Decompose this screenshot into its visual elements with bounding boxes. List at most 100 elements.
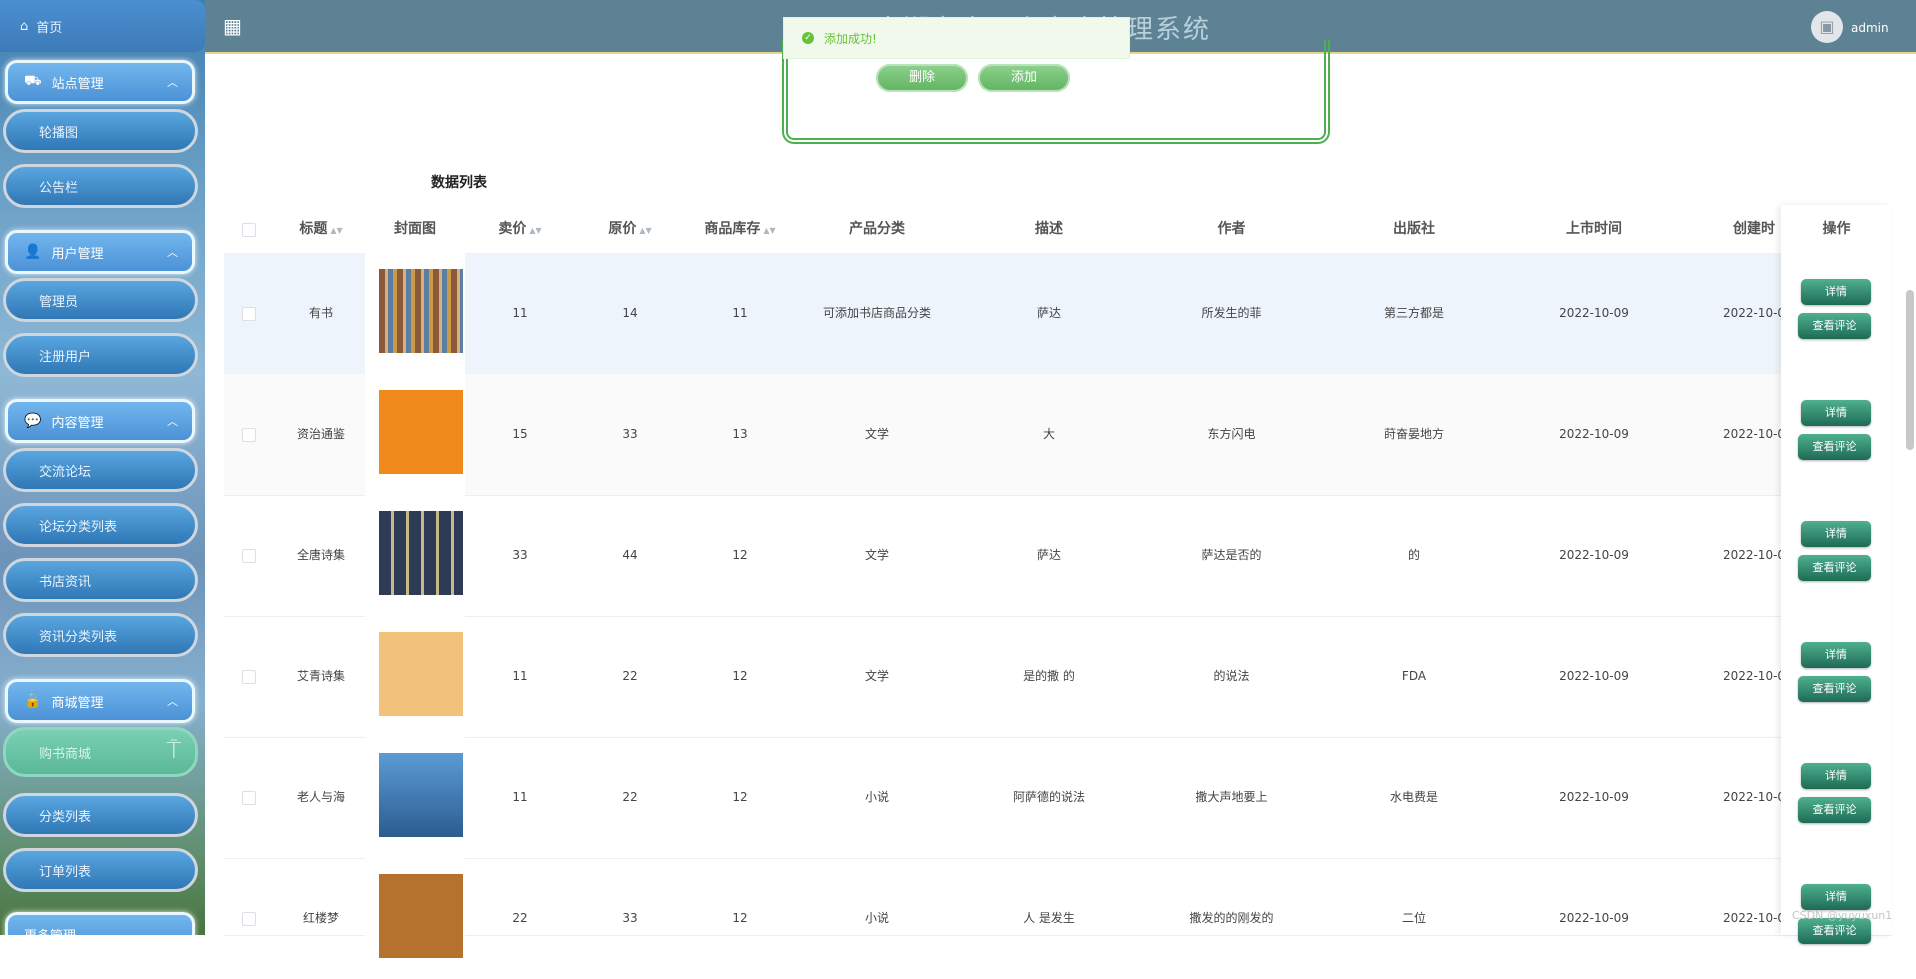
row-checkbox[interactable] (242, 670, 256, 684)
cell-author: 撒大声地要上 (1195, 790, 1268, 804)
cell-orig: 33 (622, 427, 638, 441)
sort-icon[interactable]: ▲▼ (529, 226, 541, 235)
detail-button[interactable]: 详情 (1801, 400, 1871, 426)
detail-button[interactable]: 详情 (1801, 884, 1871, 910)
chevron-up-icon: ︿ (167, 695, 178, 708)
detail-button[interactable]: 详情 (1801, 279, 1871, 305)
view-reviews-button[interactable]: 查看评论 (1798, 797, 1871, 823)
row-checkbox[interactable] (242, 549, 256, 563)
detail-button[interactable]: 详情 (1801, 521, 1871, 547)
col-label: 商品库存 (704, 221, 761, 237)
menu-item-label: 管理员 (39, 294, 79, 310)
menu-item-label: 资讯分类列表 (39, 629, 118, 645)
cell-price: 11 (512, 669, 528, 683)
col-stock[interactable]: 商品库存 ▲▼ (685, 205, 795, 253)
view-reviews-button[interactable]: 查看评论 (1798, 676, 1871, 702)
add-button[interactable]: 添加 (978, 64, 1070, 92)
view-reviews-button[interactable]: 查看评论 (1798, 555, 1871, 581)
menu-item-news[interactable]: 书店资讯 (3, 558, 198, 602)
table-row[interactable]: 有书 11 14 11 可添加书店商品分类 萨达 所发生的菲 第三方都是 2022-10-09 2… (224, 253, 1892, 375)
menu-item-order-list[interactable]: 订单列表 (3, 848, 198, 892)
grid-menu-icon[interactable]: ▦ (223, 16, 243, 36)
menu-item-label: 书店资讯 (39, 574, 92, 590)
menu-group-more[interactable]: 更多管理 (5, 912, 195, 935)
cell-orig: 33 (622, 911, 638, 925)
book-cover-image (379, 874, 463, 958)
cell-author: 撒发的的刚发的 (1189, 911, 1274, 925)
col-label: 创建时 (1733, 221, 1775, 237)
menu-group-user[interactable]: 👤 用户管理 ︿ (5, 230, 195, 274)
menu-group-site[interactable]: ⛟ 站点管理 ︿ (5, 60, 195, 104)
cell-author: 的说法 (1213, 669, 1250, 683)
col-price[interactable]: 卖价 ▲▼ (465, 205, 575, 253)
table-row[interactable]: 老人与海 11 22 12 小说 阿萨德的说法 撒大声地要上 水电费是 2022-10-09 20… (224, 737, 1892, 859)
menu-item-forum-category[interactable]: 论坛分类列表 (3, 503, 198, 547)
sort-icon[interactable]: ▲▼ (330, 226, 342, 235)
col-label: 作者 (1217, 221, 1246, 237)
cell-publisher: 第三方都是 (1383, 306, 1444, 320)
col-label: 卖价 (498, 221, 527, 237)
data-list-title: 数据列表 (431, 175, 487, 191)
menu-item-label: 交流论坛 (39, 464, 92, 480)
view-reviews-button[interactable]: 查看评论 (1798, 434, 1871, 460)
menu-group-shop[interactable]: 🔒 商城管理 ︿ (5, 679, 195, 723)
row-checkbox[interactable] (242, 428, 256, 442)
table-header: 标题 ▲▼ 封面图 卖价 ▲▼ 原价 ▲▼ 商品库存 ▲▼ 产品分类 描述 作者 出版社… (224, 205, 1892, 254)
cell-price: 15 (512, 427, 528, 441)
menu-item-carousel[interactable]: 轮播图 (3, 109, 198, 153)
cell-title: 资治通鉴 (296, 427, 345, 441)
menu-item-admin[interactable]: 管理员 (3, 278, 198, 322)
cart-icon: ⛟ (24, 73, 42, 89)
cell-title: 红楼梦 (302, 911, 339, 925)
row-checkbox[interactable] (242, 912, 256, 926)
cell-desc: 人 是发生 (1023, 911, 1075, 925)
cell-category: 可添加书店商品分类 (822, 306, 931, 320)
table-row[interactable]: 全唐诗集 33 44 12 文学 萨达 萨达是否的的 2022-10-09 2022-10-0 (224, 495, 1892, 617)
username[interactable]: admin (1851, 21, 1889, 35)
cell-orig: 22 (622, 790, 638, 804)
col-title[interactable]: 标题 ▲▼ (276, 205, 366, 253)
col-orig-price[interactable]: 原价 ▲▼ (575, 205, 685, 253)
cell-desc: 大 (1042, 427, 1055, 441)
detail-button[interactable]: 详情 (1801, 642, 1871, 668)
nav-home[interactable]: ⌂ 首页 (0, 0, 205, 52)
cell-price: 11 (512, 790, 528, 804)
row-checkbox[interactable] (242, 791, 256, 805)
detail-button[interactable]: 详情 (1801, 763, 1871, 789)
delete-button[interactable]: 删除 (876, 64, 968, 92)
success-toast: ✓ 添加成功! (783, 17, 1130, 59)
cell-title: 全唐诗集 (296, 548, 345, 562)
chevron-up-icon: ︿ (167, 415, 178, 428)
sort-icon[interactable]: ▲▼ (639, 226, 651, 235)
avatar-icon[interactable]: ▣ (1811, 11, 1843, 43)
row-checkbox[interactable] (242, 307, 256, 321)
menu-item-users[interactable]: 注册用户 (3, 333, 198, 377)
col-label: 封面图 (394, 221, 436, 237)
table-row[interactable]: 艾青诗集 11 22 12 文学 是的撒 的的说法 FDA 2022-10-09 2022-10… (224, 616, 1892, 738)
menu-item-bookstore[interactable]: 购书商城 ⍑ (3, 727, 198, 777)
menu-item-forum[interactable]: 交流论坛 (3, 448, 198, 492)
col-label: 原价 (608, 221, 637, 237)
select-all-checkbox[interactable] (242, 223, 256, 237)
cell-orig: 44 (622, 548, 638, 562)
check-circle-icon: ✓ (802, 32, 814, 44)
menu-item-news-category[interactable]: 资讯分类列表 (3, 613, 198, 657)
menu-item-label: 购书商城 (39, 746, 92, 762)
menu-group-label: 站点管理 (51, 76, 104, 92)
home-icon: ⌂ (20, 18, 29, 34)
col-label: 描述 (1035, 221, 1063, 237)
menu-item-label: 订单列表 (39, 864, 92, 880)
sort-icon[interactable]: ▲▼ (763, 226, 775, 235)
menu-item-category-list[interactable]: 分类列表 (3, 793, 198, 837)
cell-orig: 14 (622, 306, 638, 320)
cell-desc: 阿萨德的说法 (1012, 790, 1085, 804)
scrollbar[interactable] (1906, 290, 1914, 450)
cell-stock: 12 (732, 790, 748, 804)
book-cover-image (379, 753, 463, 837)
table-row[interactable]: 红楼梦 22 33 12 小说人 是发生 撒发的的刚发的 二位 2022-10-09 2022-… (224, 858, 1892, 979)
menu-item-notice[interactable]: 公告栏 (3, 164, 198, 208)
view-reviews-button[interactable]: 查看评论 (1798, 313, 1871, 339)
book-cover-image (379, 390, 463, 474)
table-row[interactable]: 资治通鉴 15 33 13 文学大东方闪电 莳奋晏地方 2022-10-09 2022-10-… (224, 374, 1892, 496)
menu-group-content[interactable]: 💬 内容管理 ︿ (5, 399, 195, 443)
